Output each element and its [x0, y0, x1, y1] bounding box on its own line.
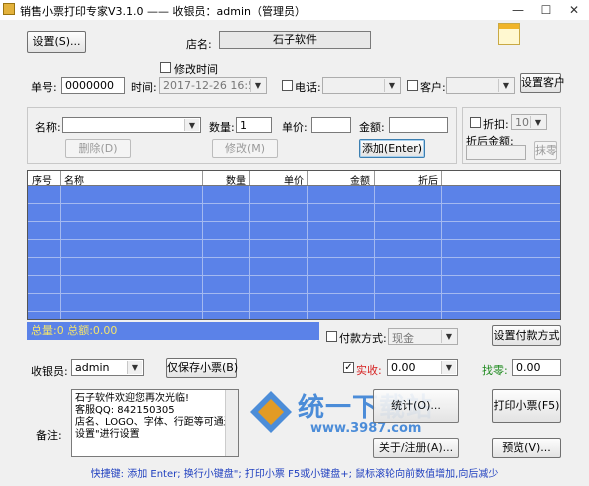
- watermark-url: www.3987.com: [310, 421, 422, 436]
- set-customer-button[interactable]: 设置客户: [520, 73, 565, 93]
- col-name-header[interactable]: 名称: [64, 172, 84, 187]
- watermark-logo-icon: [250, 391, 292, 433]
- phone-combo[interactable]: ▼: [322, 77, 401, 94]
- change-input[interactable]: 0.00: [512, 359, 561, 376]
- time-label: 时间:: [131, 81, 157, 94]
- chevron-down-icon: ▼: [530, 116, 545, 128]
- col-index-header[interactable]: 序号: [32, 172, 52, 187]
- paid-checkbox[interactable]: ✓: [343, 362, 354, 373]
- settings-button[interactable]: 设置(S)...: [27, 31, 86, 53]
- order-no-label: 单号:: [31, 81, 57, 94]
- amount-label: 金额:: [359, 121, 385, 134]
- chevron-down-icon: ▼: [127, 361, 142, 374]
- qty-input[interactable]: 1: [236, 117, 272, 133]
- notes-scrollbar[interactable]: [225, 390, 238, 456]
- paid-combo[interactable]: 0.00 ▼: [387, 359, 458, 376]
- customer-checkbox[interactable]: [407, 80, 418, 91]
- col-qty-header[interactable]: 数量: [226, 172, 246, 187]
- customer-label: 客户:: [420, 81, 446, 94]
- cashier-label: 收银员:: [31, 365, 68, 378]
- round-off-button[interactable]: 抹零: [534, 141, 557, 160]
- calendar-icon[interactable]: [498, 23, 520, 45]
- col-discounted-header[interactable]: 折后: [418, 172, 438, 187]
- phone-label: 电话:: [295, 81, 321, 94]
- app-icon: [3, 3, 15, 15]
- items-table[interactable]: 序号 名称 数量 单价 金额 折后: [27, 170, 561, 320]
- chevron-down-icon: ▼: [184, 119, 199, 131]
- col-price-header[interactable]: 单价: [284, 172, 304, 187]
- discount-value: 10: [515, 116, 529, 129]
- price-label: 单价:: [282, 121, 308, 134]
- time-picker[interactable]: 2017-12-26 16:59:15▼: [159, 77, 267, 94]
- about-register-button[interactable]: 关于/注册(A)...: [373, 438, 459, 458]
- discount-combo[interactable]: 10 ▼: [511, 114, 547, 130]
- statistics-button[interactable]: 统计(O)...: [373, 389, 459, 423]
- shop-name-display: 石子软件: [219, 31, 371, 49]
- chevron-down-icon: ▼: [384, 79, 399, 92]
- payment-method-checkbox[interactable]: [326, 331, 337, 342]
- payment-method-combo[interactable]: 现金 ▼: [388, 328, 458, 345]
- col-amount-header[interactable]: 金额: [350, 172, 370, 187]
- amount-input[interactable]: [389, 117, 448, 133]
- customer-combo[interactable]: ▼: [446, 77, 515, 94]
- after-discount-input[interactable]: [466, 145, 526, 160]
- payment-method-value: 现金: [392, 332, 414, 345]
- chevron-down-icon: ▼: [498, 79, 513, 92]
- discount-checkbox[interactable]: [470, 117, 481, 128]
- item-name-combo[interactable]: ▼: [62, 117, 201, 133]
- notes-textarea[interactable]: 石子软件欢迎您再次光临! 客服QQ: 842150305 店名、LOGO、字体、…: [71, 389, 239, 457]
- chevron-down-icon: ▼: [441, 330, 456, 343]
- qty-label: 数量:: [209, 121, 235, 134]
- notes-text: 石子软件欢迎您再次光临! 客服QQ: 842150305 店名、LOGO、字体、…: [75, 393, 239, 440]
- cashier-combo[interactable]: admin ▼: [71, 359, 144, 376]
- print-receipt-button[interactable]: 打印小票(F5): [492, 389, 561, 423]
- minimize-button[interactable]: —: [504, 0, 532, 20]
- maximize-button[interactable]: ☐: [532, 0, 560, 20]
- phone-checkbox[interactable]: [282, 80, 293, 91]
- shortcut-hint: 快捷键: 添加 Enter; 换行小键盘"; 打印小票 F5或小键盘+; 鼠标滚…: [90, 469, 499, 480]
- item-name-label: 名称:: [35, 121, 61, 134]
- paid-label: 实收:: [356, 364, 382, 377]
- payment-method-label: 付款方式:: [339, 332, 387, 345]
- preview-button[interactable]: 预览(V)...: [492, 438, 561, 458]
- close-button[interactable]: ✕: [560, 0, 588, 20]
- delete-button[interactable]: 删除(D): [65, 139, 131, 158]
- set-payment-method-button[interactable]: 设置付款方式: [492, 325, 561, 346]
- chevron-down-icon: ▼: [441, 361, 456, 374]
- change-label: 找零:: [482, 364, 508, 377]
- table-header: 序号 名称 数量 单价 金额 折后: [28, 171, 560, 187]
- modify-button[interactable]: 修改(M): [212, 139, 278, 158]
- shop-name-label: 店名:: [186, 38, 212, 51]
- modify-time-checkbox[interactable]: [160, 62, 171, 73]
- totals-bar: 总量:0 总额:0.00: [27, 322, 319, 340]
- add-button[interactable]: 添加(Enter): [359, 139, 425, 158]
- price-input[interactable]: [311, 117, 351, 133]
- cashier-value: admin: [75, 361, 110, 374]
- order-no-input[interactable]: 0000000: [61, 77, 125, 94]
- save-only-button[interactable]: 仅保存小票(B): [166, 358, 238, 378]
- paid-value: 0.00: [391, 361, 416, 374]
- notes-label: 备注:: [36, 429, 62, 442]
- modify-time-label: 修改时间: [174, 63, 218, 76]
- chevron-down-icon: ▼: [250, 79, 265, 92]
- discount-label: 折扣:: [483, 118, 509, 131]
- window-title: 销售小票打印专家V3.1.0 —— 收银员：admin（管理员）: [20, 5, 306, 18]
